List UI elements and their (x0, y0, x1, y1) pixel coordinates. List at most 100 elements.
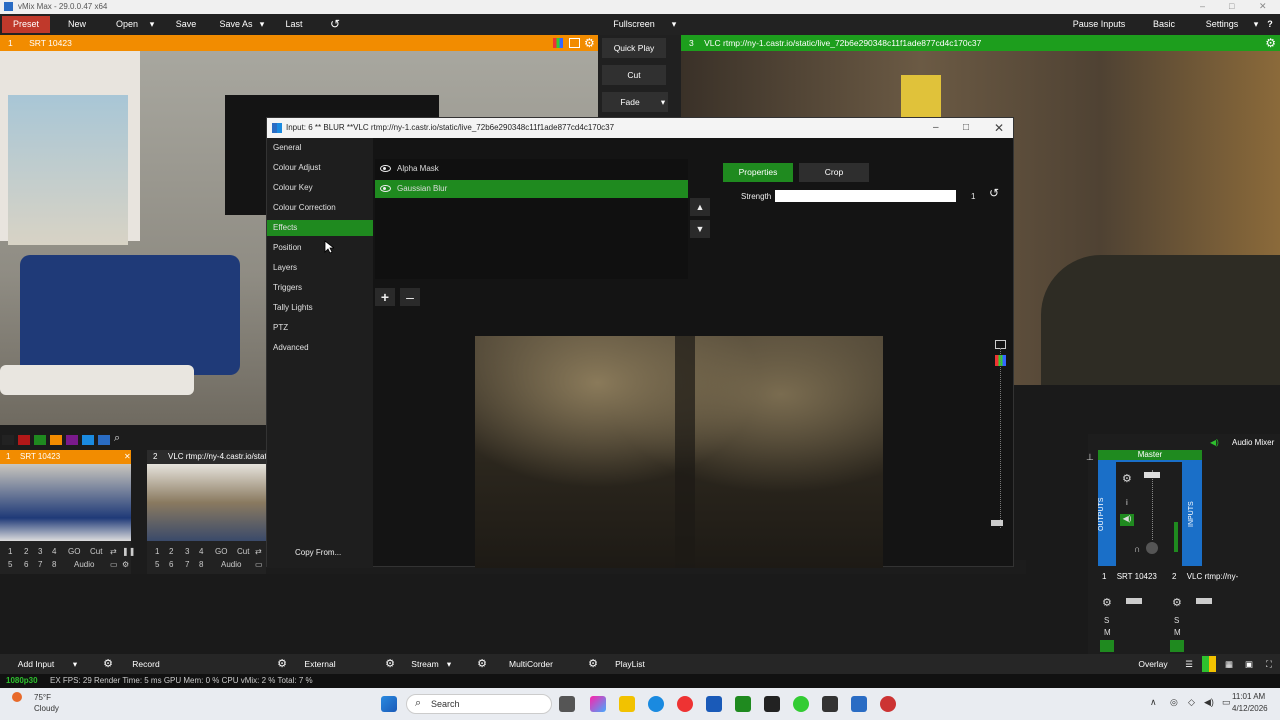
open-button[interactable]: Open (104, 16, 150, 33)
channel-1-route-icon[interactable] (1100, 640, 1114, 652)
undo-icon[interactable]: ↺ (324, 16, 346, 33)
settings-dropdown-icon[interactable]: ▾ (1250, 16, 1262, 33)
audio-mixer-label[interactable]: Audio Mixer (1232, 438, 1274, 447)
filter-orange[interactable] (50, 435, 62, 445)
output-gear-icon[interactable]: ⚙ (1265, 35, 1276, 51)
nav-tally-lights[interactable]: Tally Lights (267, 300, 373, 316)
stream-gear-icon[interactable]: ⚙ (382, 656, 398, 672)
level-view-icon[interactable] (1202, 656, 1216, 672)
multicorder-button[interactable]: MultiCorder (502, 656, 560, 672)
overlay-4-button[interactable]: 4 (199, 547, 203, 556)
store-icon[interactable] (706, 696, 722, 712)
channel-1-gear-icon[interactable]: ⚙ (1102, 596, 1112, 609)
master-mute-icon[interactable]: ◀) (1120, 514, 1134, 526)
external-gear-icon[interactable]: ⚙ (274, 656, 290, 672)
copy-from-button[interactable]: Copy From... (295, 548, 341, 557)
move-up-icon[interactable]: ▲ (690, 198, 710, 216)
save-button[interactable]: Save (164, 16, 208, 33)
save-as-dropdown-icon[interactable]: ▾ (256, 16, 268, 33)
channel-2-route-icon[interactable] (1170, 640, 1184, 652)
quick-play-button[interactable]: Quick Play (602, 38, 666, 58)
taskbar-search[interactable]: ⌕ Search (406, 694, 552, 714)
dialog-close-button[interactable]: ✕ (994, 118, 1004, 138)
clock-time[interactable]: 11:01 AM (1232, 692, 1265, 701)
external-button[interactable]: External (298, 656, 342, 672)
vmix-taskbar-icon[interactable] (851, 696, 867, 712)
tab-properties[interactable]: Properties (723, 163, 793, 182)
cut-input-button[interactable]: Cut (237, 547, 249, 556)
cut-button[interactable]: Cut (602, 65, 666, 85)
headphones-icon[interactable]: ∩ (1134, 544, 1140, 554)
filter-black[interactable] (2, 435, 14, 445)
task-view-icon[interactable] (559, 696, 575, 712)
pause-icon[interactable]: ❚❚ (122, 547, 135, 556)
pin-icon[interactable]: ⊥ (1086, 452, 1094, 463)
chrome-alt-icon[interactable] (793, 696, 809, 712)
effect-alpha-mask[interactable]: Alpha Mask (375, 160, 688, 178)
nav-ptz[interactable]: PTZ (267, 320, 373, 336)
dialog-maximize-button[interactable]: □ (963, 118, 969, 138)
nav-colour-key[interactable]: Colour Key (267, 180, 373, 196)
playlist-gear-icon[interactable]: ⚙ (585, 656, 601, 672)
loop-icon[interactable]: ⇄ (110, 547, 117, 556)
start-icon[interactable] (381, 696, 397, 712)
list-icon[interactable] (569, 38, 580, 48)
inputs-label[interactable]: INPUTS (1188, 462, 1202, 566)
cut-input-button[interactable]: Cut (90, 547, 102, 556)
reset-icon[interactable]: ↺ (989, 186, 999, 200)
nav-position[interactable]: Position (267, 240, 373, 256)
copilot-icon[interactable] (590, 696, 606, 712)
zoom-slider-track[interactable] (1000, 348, 1004, 528)
filter-green[interactable] (34, 435, 46, 445)
battery-icon[interactable]: ▭ (1222, 697, 1231, 708)
loop-icon[interactable]: ⇄ (255, 547, 262, 556)
help-icon[interactable]: ? (1262, 16, 1278, 33)
overlay-5-button[interactable]: 5 (8, 560, 12, 569)
fullscreen-dropdown-icon[interactable]: ▾ (668, 16, 680, 33)
search-icon[interactable]: ⌕ (114, 432, 120, 445)
multicorder-gear-icon[interactable]: ⚙ (474, 656, 490, 672)
nav-colour-adjust[interactable]: Colour Adjust (267, 160, 373, 176)
playlist-button[interactable]: PlayList (610, 656, 650, 672)
nav-colour-correction[interactable]: Colour Correction (267, 200, 373, 216)
settings-button[interactable]: Settings (1198, 16, 1246, 33)
filter-lightblue[interactable] (98, 435, 110, 445)
list-view-icon[interactable]: ☰ (1182, 656, 1196, 672)
basic-button[interactable]: Basic (1140, 16, 1188, 33)
move-down-icon[interactable]: ▼ (690, 220, 710, 238)
overlay-4-button[interactable]: 4 (52, 547, 56, 556)
monitor-icon[interactable]: ▭ (255, 560, 263, 569)
app-icon[interactable] (822, 696, 838, 712)
add-input-button[interactable]: Add Input (6, 656, 66, 672)
zoom-slider-handle[interactable] (991, 520, 1003, 526)
xbox-icon[interactable] (735, 696, 751, 712)
filter-purple[interactable] (66, 435, 78, 445)
master-fader-handle[interactable] (1144, 472, 1160, 478)
audio-button[interactable]: Audio (74, 560, 94, 569)
grid-view-icon[interactable]: ▦ (1222, 656, 1236, 672)
master-info-label[interactable]: i (1126, 498, 1128, 507)
weather-icon[interactable] (12, 692, 22, 702)
channel-1-fader[interactable] (1126, 598, 1142, 604)
filter-blue[interactable] (82, 435, 94, 445)
overlay-1-button[interactable]: 1 (8, 547, 12, 556)
channel-2-mute-button[interactable]: M (1174, 628, 1181, 637)
eye-icon[interactable] (380, 165, 391, 172)
overlay-7-button[interactable]: 7 (185, 560, 189, 569)
weather-temp[interactable]: 75°F (34, 693, 51, 702)
effect-gaussian-blur[interactable]: Gaussian Blur (375, 180, 688, 198)
record-gear-icon[interactable]: ⚙ (100, 656, 116, 672)
save-as-button[interactable]: Save As (212, 16, 260, 33)
overlay-8-button[interactable]: 8 (199, 560, 203, 569)
fade-dropdown-icon[interactable]: ▾ (658, 92, 668, 112)
tray-app-icon[interactable]: ◎ (1170, 697, 1178, 708)
overlay-5-button[interactable]: 5 (155, 560, 159, 569)
opera-icon[interactable] (880, 696, 896, 712)
overlay-6-button[interactable]: 6 (24, 560, 28, 569)
remove-input-icon[interactable]: ✕ (124, 450, 131, 464)
remove-effect-button[interactable]: – (400, 288, 420, 306)
strength-slider[interactable] (775, 190, 956, 202)
tray-chevron-icon[interactable]: ∧ (1150, 697, 1157, 708)
add-effect-button[interactable]: + (375, 288, 395, 306)
overlay-1-button[interactable]: 1 (155, 547, 159, 556)
